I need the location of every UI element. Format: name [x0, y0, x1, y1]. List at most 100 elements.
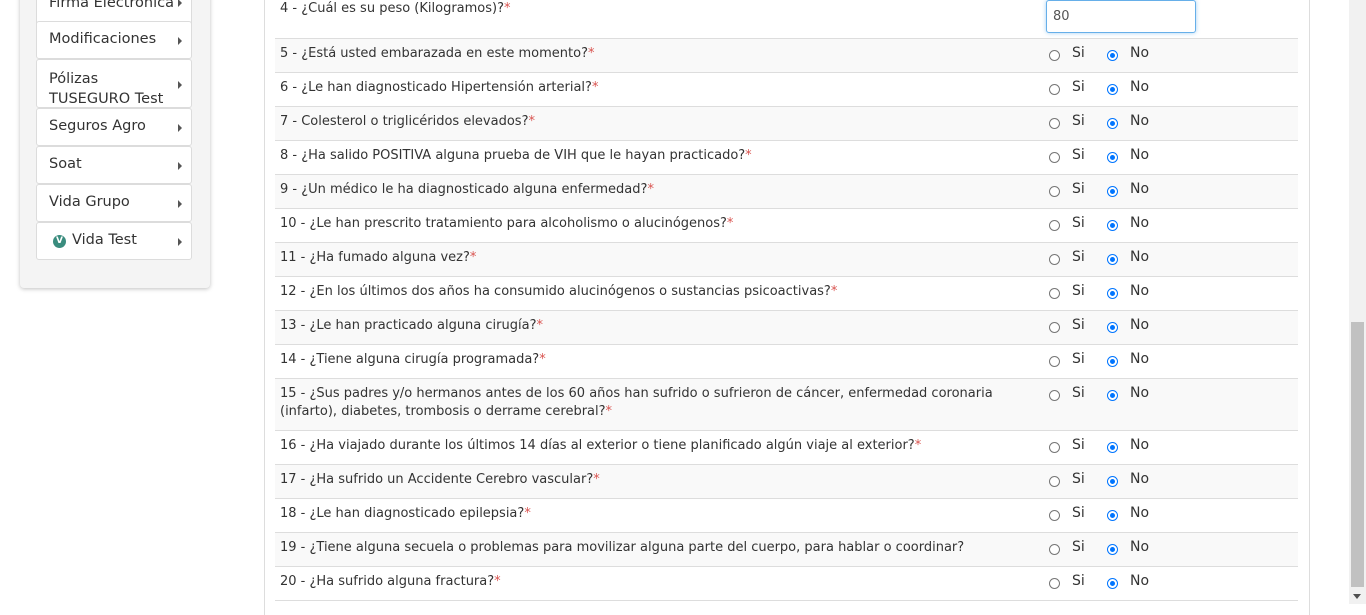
sidebar-item-vida-test[interactable]: V Vida Test	[36, 222, 192, 260]
radio-label: Si	[1072, 147, 1085, 163]
radio-si[interactable]	[1049, 390, 1060, 401]
answer-option-no[interactable]: No	[1107, 505, 1167, 523]
radio-no[interactable]	[1107, 544, 1118, 555]
answer-option-si[interactable]: Si	[1049, 573, 1109, 591]
page-scrollbar[interactable]	[1349, 0, 1366, 604]
radio-si[interactable]	[1049, 544, 1060, 555]
radio-no[interactable]	[1107, 152, 1118, 163]
radio-si[interactable]	[1049, 578, 1060, 589]
radio-label: No	[1130, 113, 1150, 129]
required-marker: *	[494, 574, 501, 589]
radio-label: No	[1130, 505, 1150, 521]
question-text: 20 - ¿Ha sufrido alguna fractura?	[280, 574, 495, 589]
radio-label: No	[1130, 147, 1150, 163]
answer-option-si[interactable]: Si	[1049, 249, 1109, 267]
answer-option-si[interactable]: Si	[1049, 147, 1109, 165]
radio-si[interactable]	[1049, 118, 1060, 129]
answer-option-no[interactable]: No	[1107, 113, 1167, 131]
question-row: 10 - ¿Le han prescrito tratamiento para …	[275, 209, 1298, 243]
answer-option-no[interactable]: No	[1107, 539, 1167, 557]
scrollbar-thumb[interactable]	[1351, 322, 1364, 587]
answer-option-si[interactable]: Si	[1049, 471, 1109, 489]
answer-option-si[interactable]: Si	[1049, 181, 1109, 199]
radio-si[interactable]	[1049, 84, 1060, 95]
answer-option-no[interactable]: No	[1107, 573, 1167, 591]
radio-no[interactable]	[1107, 356, 1118, 367]
answer-option-si[interactable]: Si	[1049, 437, 1109, 455]
radio-no[interactable]	[1107, 578, 1118, 589]
answer-option-no[interactable]: No	[1107, 215, 1167, 233]
radio-no[interactable]	[1107, 442, 1118, 453]
radio-label: Si	[1072, 181, 1085, 197]
question-text: 18 - ¿Le han diagnosticado epilepsia?	[280, 506, 525, 521]
radio-si[interactable]	[1049, 288, 1060, 299]
radio-label: No	[1130, 573, 1150, 589]
radio-si[interactable]	[1049, 442, 1060, 453]
radio-si[interactable]	[1049, 510, 1060, 521]
radio-no[interactable]	[1107, 476, 1118, 487]
scroll-down-arrow-icon[interactable]	[1353, 594, 1361, 599]
radio-no[interactable]	[1107, 118, 1118, 129]
question-row: 5 - ¿Está usted embarazada en este momen…	[275, 39, 1298, 73]
answer-option-si[interactable]: Si	[1049, 113, 1109, 131]
weight-input[interactable]	[1046, 0, 1196, 33]
radio-no[interactable]	[1107, 220, 1118, 231]
answer-option-no[interactable]: No	[1107, 79, 1167, 97]
radio-no[interactable]	[1107, 84, 1118, 95]
answer-option-no[interactable]: No	[1107, 249, 1167, 267]
required-marker: *	[536, 318, 543, 333]
radio-si[interactable]	[1049, 152, 1060, 163]
radio-no[interactable]	[1107, 322, 1118, 333]
sidebar-item-seguros-agro[interactable]: Seguros Agro	[36, 108, 192, 146]
radio-no[interactable]	[1107, 390, 1118, 401]
question-row: 9 - ¿Un médico le ha diagnosticado algun…	[275, 175, 1298, 209]
answer-option-si[interactable]: Si	[1049, 505, 1109, 523]
radio-no[interactable]	[1107, 50, 1118, 61]
answer-option-si[interactable]: Si	[1049, 539, 1109, 557]
answer-option-si[interactable]: Si	[1049, 317, 1109, 335]
sidebar-item-polizas-tuseguro[interactable]: Pólizas TUSEGURO Test	[36, 59, 192, 108]
answer-option-no[interactable]: No	[1107, 437, 1167, 455]
radio-label: Si	[1072, 437, 1085, 453]
answer-option-no[interactable]: No	[1107, 45, 1167, 63]
required-marker: *	[830, 284, 838, 299]
radio-si[interactable]	[1049, 220, 1060, 231]
answer-option-si[interactable]: Si	[1049, 79, 1109, 97]
answer-option-no[interactable]: No	[1107, 283, 1167, 301]
caret-right-icon	[178, 37, 182, 45]
radio-label: No	[1130, 471, 1150, 487]
sidebar-item-soat[interactable]: Soat	[36, 146, 192, 184]
radio-no[interactable]	[1107, 254, 1118, 265]
answer-option-si[interactable]: Si	[1049, 385, 1109, 403]
radio-si[interactable]	[1049, 186, 1060, 197]
radio-si[interactable]	[1049, 254, 1060, 265]
question-row: 14 - ¿Tiene alguna cirugía programada?* S…	[275, 345, 1298, 379]
radio-si[interactable]	[1049, 356, 1060, 367]
radio-si[interactable]	[1049, 50, 1060, 61]
answer-option-no[interactable]: No	[1107, 181, 1167, 199]
question-text: 16 - ¿Ha viajado durante los últimos 14 …	[280, 438, 915, 453]
required-marker: *	[469, 250, 477, 265]
radio-no[interactable]	[1107, 288, 1118, 299]
answer-option-no[interactable]: No	[1107, 471, 1167, 489]
sidebar-item-vida-grupo[interactable]: Vida Grupo	[36, 184, 192, 222]
radio-si[interactable]	[1049, 476, 1060, 487]
answer-option-no[interactable]: No	[1107, 147, 1167, 165]
answer-option-si[interactable]: Si	[1049, 351, 1109, 369]
sidebar-item-modificaciones[interactable]: Modificaciones	[36, 21, 192, 59]
radio-label: No	[1130, 437, 1150, 453]
answer-option-si[interactable]: Si	[1049, 215, 1109, 233]
answer-option-si[interactable]: Si	[1049, 45, 1109, 63]
answer-option-no[interactable]: No	[1107, 317, 1167, 335]
radio-no[interactable]	[1107, 510, 1118, 521]
answer-option-si[interactable]: Si	[1049, 283, 1109, 301]
answer-option-no[interactable]: No	[1107, 385, 1167, 403]
required-marker: *	[504, 1, 511, 16]
radio-si[interactable]	[1049, 322, 1060, 333]
radio-label: No	[1130, 249, 1150, 265]
radio-no[interactable]	[1107, 186, 1118, 197]
answer-option-no[interactable]: No	[1107, 351, 1167, 369]
question-text: 8 - ¿Ha salido POSITIVA alguna prueba de…	[280, 148, 746, 163]
required-marker: *	[587, 46, 595, 61]
radio-label: Si	[1072, 471, 1085, 487]
